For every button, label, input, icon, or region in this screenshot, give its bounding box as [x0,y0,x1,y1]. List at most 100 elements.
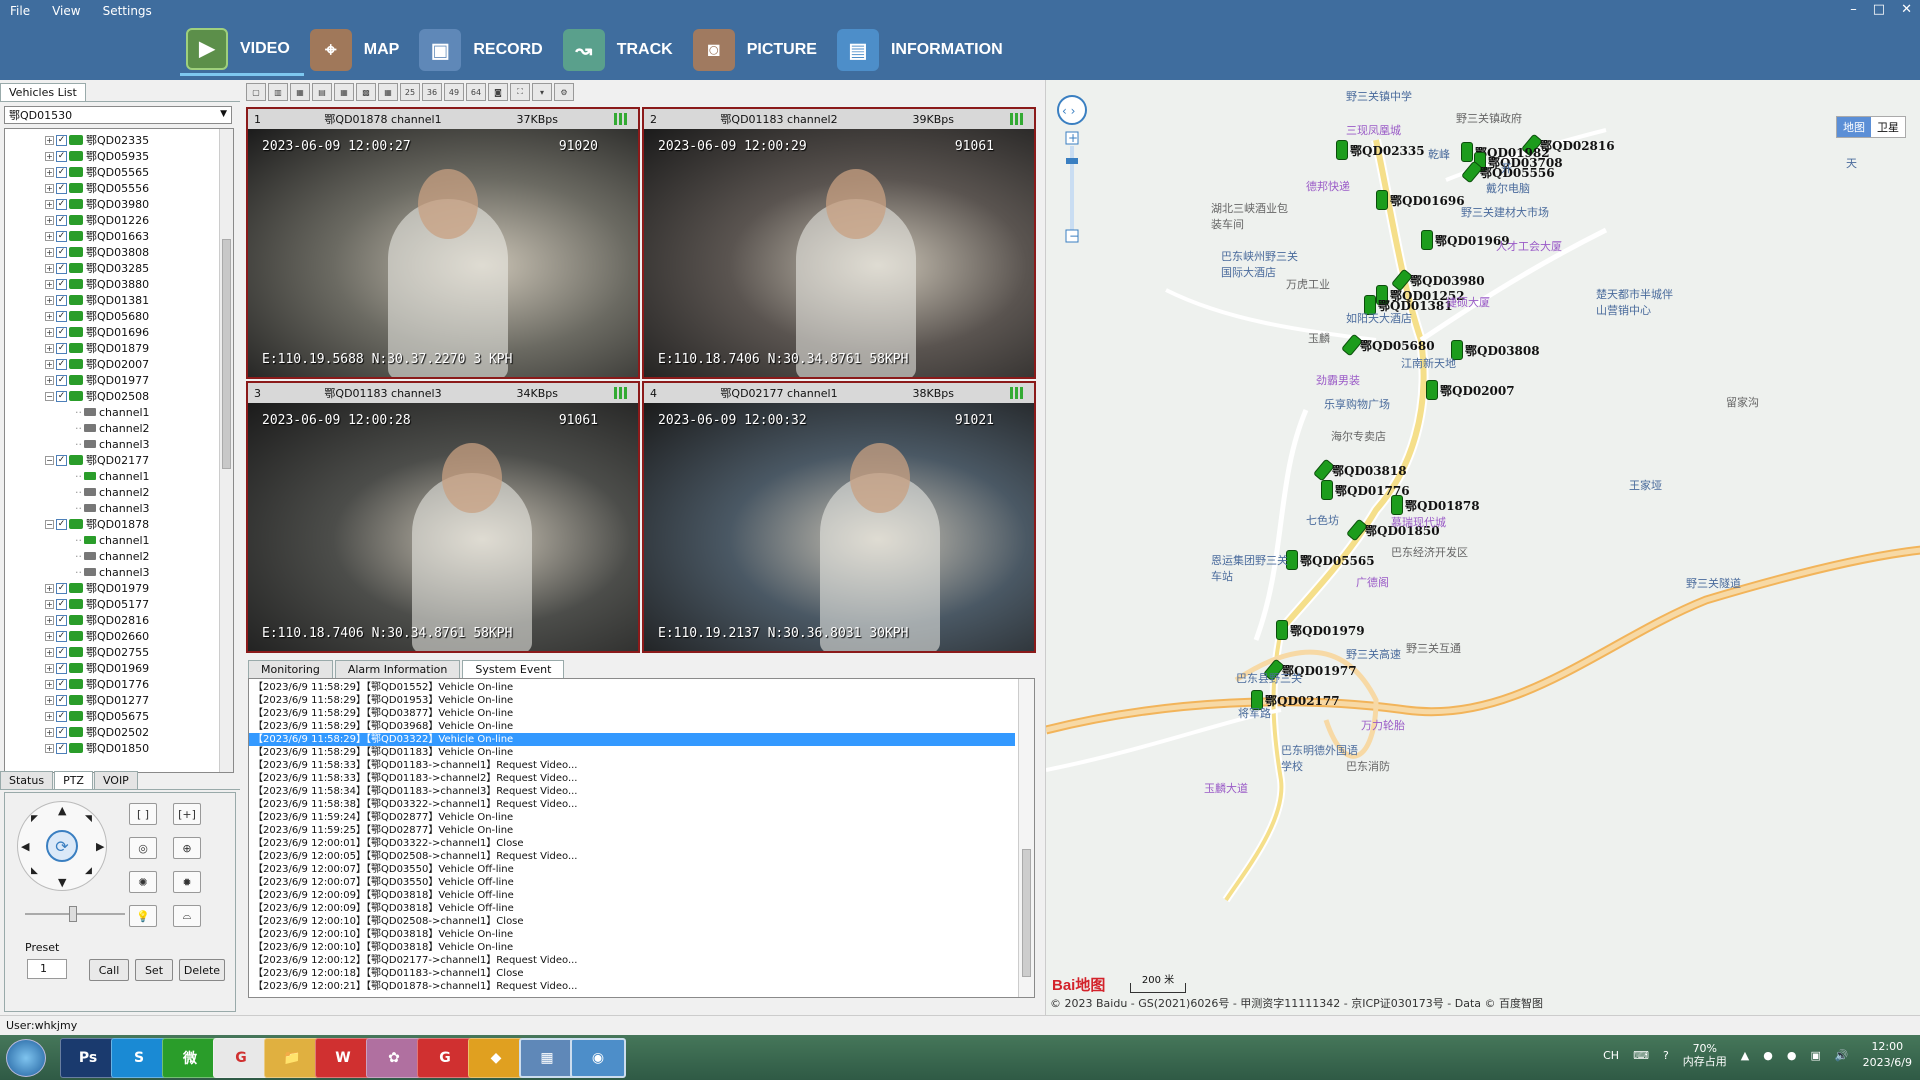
ptz-right-icon[interactable]: ▶ [96,840,104,853]
tree-vehicle-row[interactable]: − ✓ 鄂QD02508 [5,388,233,404]
tree-vehicle-row[interactable]: + ✓ 鄂QD05556 [5,180,233,196]
tree-expand-icon[interactable]: + [45,359,54,369]
map-poi-label[interactable]: 慕瑞现代城 [1391,514,1446,530]
more-layout-icon[interactable]: ▾ [532,83,552,101]
tree-expand-icon[interactable]: − [45,455,54,465]
event-row[interactable]: 【2023/6/9 11:58:33】【鄂QD01183->channel1】R… [249,759,1015,772]
tree-expand-icon[interactable]: + [45,615,54,625]
tree-checkbox[interactable]: ✓ [56,630,67,642]
tree-checkbox[interactable]: ✓ [56,166,67,178]
clock[interactable]: 12:00 2023/6/9 [1863,1039,1912,1071]
tree-vehicle-row[interactable]: + ✓ 鄂QD05177 [5,596,233,612]
map-poi-label[interactable]: 湖北三峡酒业包装车间 [1211,200,1295,232]
tree-expand-icon[interactable]: + [45,311,54,321]
app-icon[interactable]: ◆ [468,1038,524,1078]
preset-input[interactable]: 1 [27,959,67,979]
map-poi-label[interactable]: 玉麟大道 [1204,780,1248,796]
map-poi-label[interactable]: 万虎工业 [1286,276,1330,292]
map-type-map[interactable]: 地图 [1837,117,1871,137]
tree-checkbox[interactable]: ✓ [56,646,67,658]
app-icon[interactable]: ◉ [570,1038,626,1078]
map-vehicle-marker[interactable] [1276,620,1288,640]
input-language[interactable]: CH [1603,1049,1619,1062]
tree-expand-icon[interactable]: − [45,519,54,529]
map-vehicle-marker[interactable] [1321,480,1333,500]
map-poi-label[interactable]: 巴东经济开发区 [1391,544,1468,560]
event-row[interactable]: 【2023/6/9 12:00:01】【鄂QD03322->channel1】C… [249,837,1015,850]
tab-status[interactable]: Status [0,771,54,789]
map-poi-label[interactable]: 开 [1501,160,1512,176]
wps-icon[interactable]: W [315,1038,371,1078]
map-poi-label[interactable]: 留家沟 [1726,394,1759,410]
tab-alarm-information[interactable]: Alarm Information [334,660,461,678]
tree-expand-icon[interactable]: − [45,391,54,401]
tree-expand-icon[interactable]: + [45,343,54,353]
layout-1-icon[interactable]: ▢ [246,83,266,101]
tree-vehicle-row[interactable]: + ✓ 鄂QD01977 [5,372,233,388]
tree-checkbox[interactable]: ✓ [56,294,67,306]
ptz-speed-slider[interactable] [25,906,125,922]
map-poi-label[interactable]: 玉麟 [1308,330,1330,346]
event-row[interactable]: 【2023/6/9 11:59:25】【鄂QD02877】Vehicle On-… [249,824,1015,837]
tree-checkbox[interactable]: ✓ [56,310,67,322]
tree-expand-icon[interactable]: + [45,583,54,593]
tree-expand-icon[interactable]: + [45,199,54,209]
tree-checkbox[interactable]: ✓ [56,278,67,290]
nav-tab-record[interactable]: ▣ RECORD [413,24,556,76]
tree-vehicle-row[interactable]: + ✓ 鄂QD03880 [5,276,233,292]
tab-vehicles-list[interactable]: Vehicles List [0,83,86,101]
map-poi-label[interactable]: 野三关镇政府 [1456,110,1522,126]
tree-expand-icon[interactable]: + [45,151,54,161]
tree-checkbox[interactable]: ✓ [56,678,67,690]
video-cell-1[interactable]: 1 鄂QD01878 channel1 37KBps 2023-06-09 12:00… [246,107,640,379]
video-cell-4[interactable]: 4 鄂QD02177 channel1 38KBps 2023-06-09 12:00… [642,381,1036,653]
tree-channel-row[interactable]: ·· channel3 [5,436,233,452]
event-row[interactable]: 【2023/6/9 12:00:07】【鄂QD03550】Vehicle Off… [249,876,1015,889]
tree-checkbox[interactable]: ✓ [56,150,67,162]
fullscreen-icon[interactable]: ⛶ [510,83,530,101]
tree-expand-icon[interactable]: + [45,647,54,657]
event-row[interactable]: 【2023/6/9 12:00:09】【鄂QD03818】Vehicle Off… [249,889,1015,902]
windows-start-icon[interactable] [6,1039,46,1077]
tree-channel-row[interactable]: ·· channel3 [5,564,233,580]
keyboard-icon[interactable]: ⌨ [1633,1049,1649,1062]
tree-vehicle-row[interactable]: − ✓ 鄂QD01878 [5,516,233,532]
file-explorer-icon[interactable]: 📁 [264,1038,320,1078]
event-row[interactable]: 【2023/6/9 12:00:10】【鄂QD02508->channel1】C… [249,915,1015,928]
tree-checkbox[interactable]: ✓ [56,518,67,530]
menu-view[interactable]: View [52,4,80,18]
nav-tab-video[interactable]: ▶ VIDEO [180,24,304,76]
tree-vehicle-row[interactable]: − ✓ 鄂QD02177 [5,452,233,468]
event-row[interactable]: 【2023/6/9 11:59:24】【鄂QD02877】Vehicle On-… [249,811,1015,824]
tree-checkbox[interactable]: ✓ [56,326,67,338]
map-poi-label[interactable]: 万力轮胎 [1361,717,1405,733]
event-row[interactable]: 【2023/6/9 12:00:10】【鄂QD03818】Vehicle On-… [249,941,1015,954]
tree-checkbox[interactable]: ✓ [56,726,67,738]
tree-vehicle-row[interactable]: + ✓ 鄂QD05680 [5,308,233,324]
tree-vehicle-row[interactable]: + ✓ 鄂QD03285 [5,260,233,276]
map-poi-label[interactable]: 野三关互通 [1406,640,1461,656]
app-icon[interactable]: ✿ [366,1038,422,1078]
ptz-up-icon[interactable]: ▲ [58,804,66,817]
layout-64-icon[interactable]: 64 [466,83,486,101]
zoom-out-icon[interactable]: [ ] [129,803,157,825]
tree-checkbox[interactable]: ✓ [56,246,67,258]
tree-expand-icon[interactable]: + [45,727,54,737]
video-feed[interactable]: 2023-06-09 12:00:28 91061 E:110.18.7406 N:… [248,403,638,651]
tree-expand-icon[interactable]: + [45,327,54,337]
maximize-button[interactable]: □ [1873,2,1885,17]
iris-close-icon[interactable]: ✺ [129,871,157,893]
tree-checkbox[interactable]: ✓ [56,598,67,610]
delete-button[interactable]: Delete [179,959,225,981]
tree-vehicle-row[interactable]: + ✓ 鄂QD01381 [5,292,233,308]
tree-checkbox[interactable]: ✓ [56,454,67,466]
event-row[interactable]: 【2023/6/9 12:00:05】【鄂QD02508->channel1】R… [249,850,1015,863]
layout-4-icon[interactable]: ▦ [290,83,310,101]
photoshop-icon[interactable]: Ps [60,1038,116,1078]
ptz-down-left-icon[interactable]: ◣ [31,866,38,876]
wiper-icon[interactable]: ⌓ [173,905,201,927]
tree-checkbox[interactable]: ✓ [56,342,67,354]
tree-checkbox[interactable]: ✓ [56,694,67,706]
ptz-auto-rotate-icon[interactable]: ⟳ [46,830,78,862]
video-cell-2[interactable]: 2 鄂QD01183 channel2 39KBps 2023-06-09 12:00… [642,107,1036,379]
